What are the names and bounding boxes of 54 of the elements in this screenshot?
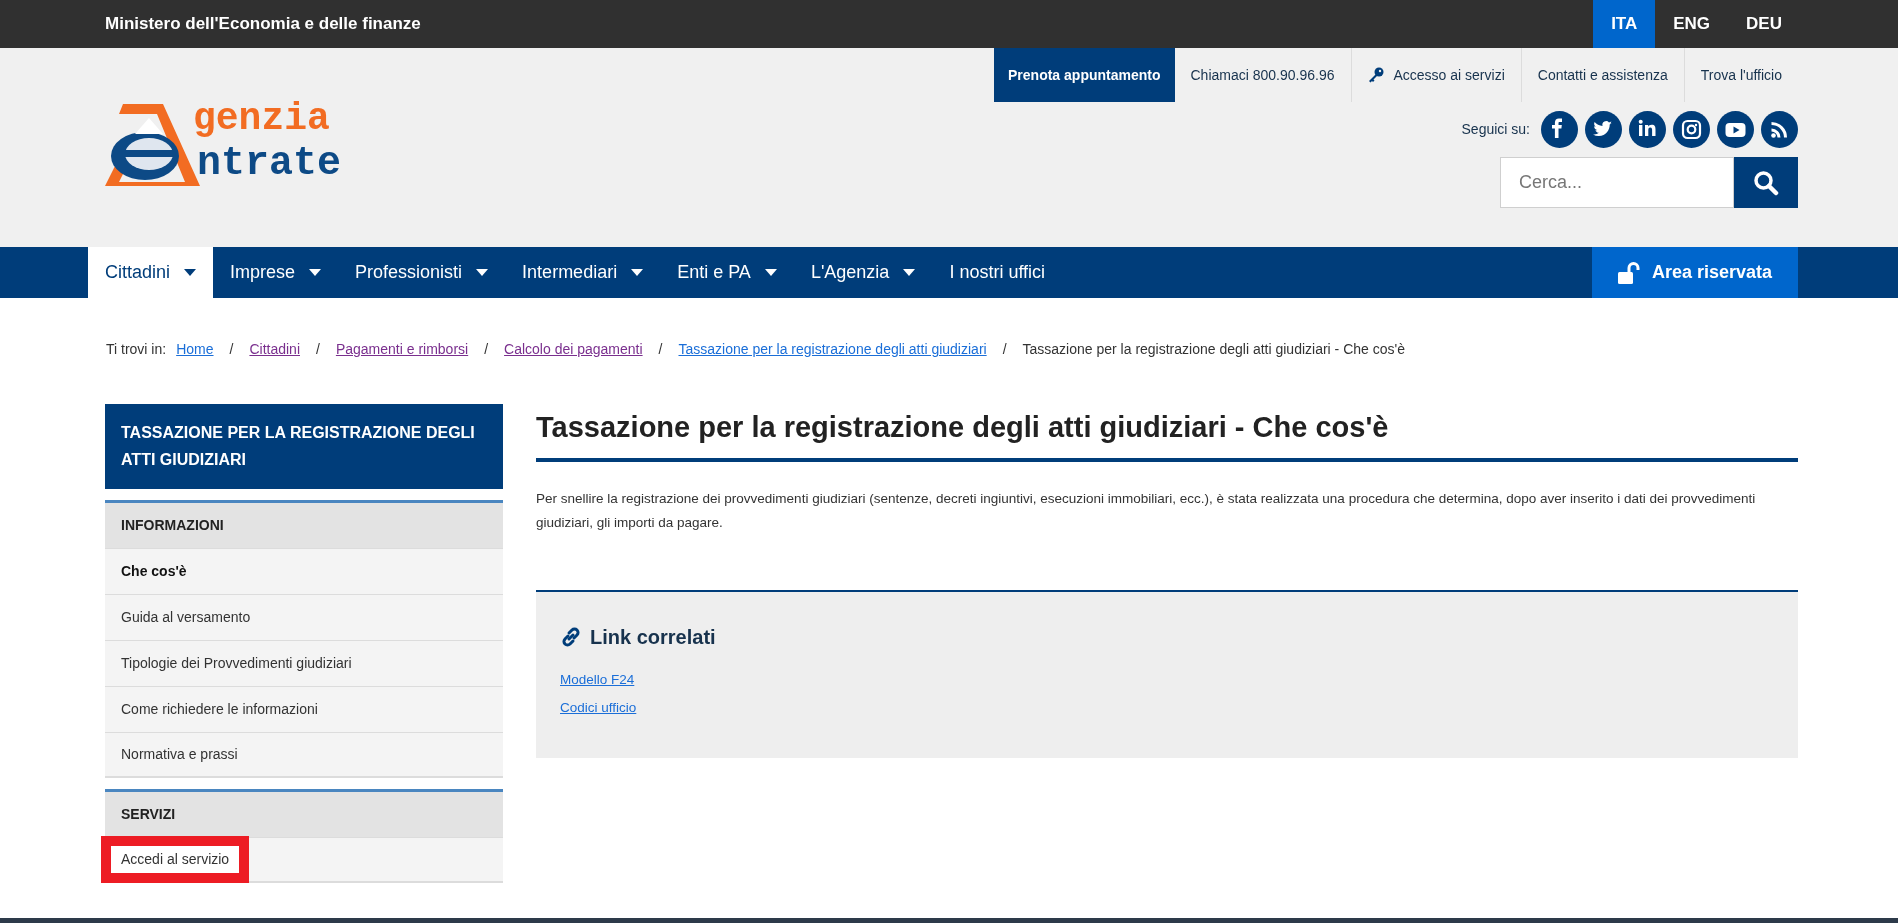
breadcrumb-separator: / [316, 339, 320, 359]
twitter-icon[interactable] [1585, 111, 1622, 148]
sidebar-section-heading: INFORMAZIONI [105, 500, 503, 548]
utility-link[interactable]: Trova l'ufficio [1683, 48, 1798, 102]
key-icon [1367, 67, 1384, 83]
breadcrumb-separator: / [658, 339, 663, 359]
search-field[interactable]: Cerca... [1500, 157, 1734, 208]
breadcrumb-link[interactable]: Pagamenti e rimborsi [335, 338, 469, 360]
linkedin-icon[interactable] [1629, 111, 1666, 148]
sidebar-title: TASSAZIONE PER LA REGISTRAZIONE DEGLI ATTI GIUDIZIARI [105, 404, 503, 489]
follow-label: Seguici su: [1461, 120, 1530, 139]
youtube-icon[interactable] [1717, 111, 1754, 148]
related-link[interactable]: Modello F24 [560, 665, 635, 694]
reserved-area-button[interactable]: Area riservata [1591, 247, 1798, 298]
breadcrumb-label: Ti trovi in: [106, 339, 167, 359]
logo-text: ntrate [197, 144, 342, 184]
breadcrumb-link[interactable]: Cittadini [249, 338, 300, 360]
breadcrumb-current: Tassazione per la registrazione degli atti giudiziari - Che cos'è [1022, 339, 1405, 359]
related-link[interactable]: Codici ufficio [560, 693, 637, 722]
facebook-icon[interactable] [1541, 111, 1578, 148]
utility-link[interactable]: Chiamaci 800.90.96.96 [1174, 48, 1351, 102]
ministry-name: Ministero dell'Economia e delle finanze [105, 13, 421, 36]
nav-tab[interactable]: Enti e PA [660, 247, 794, 298]
nav-tab[interactable]: L'Agenzia [793, 247, 933, 298]
search-icon [1753, 169, 1779, 196]
breadcrumb-link[interactable]: Tassazione per la registrazione degli atti giudiziari [678, 338, 987, 360]
language-link[interactable]: ITA [1593, 0, 1656, 48]
rss-icon[interactable] [1761, 111, 1798, 148]
utility-link[interactable]: Accesso ai servizi [1350, 48, 1521, 102]
search-button[interactable] [1734, 157, 1798, 208]
link-icon [560, 625, 582, 648]
breadcrumb-link[interactable]: Home [176, 338, 214, 360]
appointment-button[interactable]: Prenota appuntamento [994, 48, 1175, 102]
breadcrumb-separator: / [229, 339, 234, 359]
utility-link[interactable]: Contatti e assistenza [1520, 48, 1684, 102]
nav-tab[interactable]: Intermediari [505, 247, 661, 298]
breadcrumb-separator: / [1002, 339, 1007, 359]
related-links-heading: Link correlati [590, 624, 716, 650]
unlock-icon [1617, 261, 1640, 284]
agency-logo[interactable]: genzia ntrate [105, 100, 395, 190]
language-link[interactable]: DEU [1728, 0, 1800, 48]
intro-paragraph: Per snellire la registrazione dei provvedimenti giudiziari (sentenze, decreti ingiuntivi, esecuzioni immobiliari, ecc.), è stata realizzata una procedura che determina, dopo aver inserito i dati dei provvedimenti giudiziari, gli importi da pagare. [536, 489, 1757, 532]
nav-tab[interactable]: Cittadini [88, 247, 214, 298]
nav-tab[interactable]: Imprese [213, 247, 339, 298]
breadcrumb-separator: / [484, 339, 489, 359]
sidebar-section-heading: SERVIZI [105, 789, 503, 837]
logo-text: genzia [193, 100, 330, 138]
sidebar-link[interactable]: Che cos'è [111, 558, 197, 585]
instagram-icon[interactable] [1673, 111, 1710, 148]
nav-tab[interactable]: Professionisti [338, 247, 506, 298]
nav-tab[interactable]: I nostri uffici [932, 247, 1063, 298]
language-link[interactable]: ENG [1655, 0, 1729, 48]
breadcrumb-link[interactable]: Calcolo dei pagamenti [504, 338, 643, 360]
page-title: Tassazione per la registrazione degli atti giudiziari - Che cos'è [536, 404, 1798, 462]
